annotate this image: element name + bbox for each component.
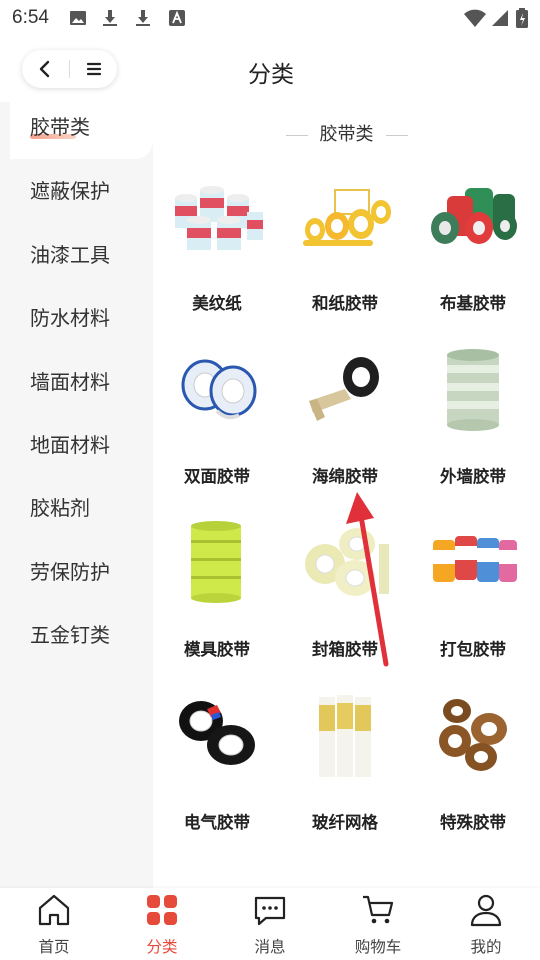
fiberglass-mesh-icon: [319, 695, 371, 777]
product-label: 海绵胶带: [312, 467, 378, 486]
sidebar-item-floor[interactable]: 地面材料: [0, 413, 153, 477]
tab-label: 我的: [470, 938, 502, 956]
product-label: 和纸胶带: [312, 294, 378, 313]
product-mold[interactable]: 模具胶带: [153, 506, 281, 678]
tab-category[interactable]: 分类: [108, 888, 216, 960]
profile-icon: [470, 894, 502, 927]
sidebar-item-waterproof[interactable]: 防水材料: [0, 286, 153, 350]
sidebar-item-safety[interactable]: 劳保防护: [0, 540, 153, 604]
product-washi[interactable]: 和纸胶带: [281, 160, 409, 332]
download-icon: [103, 10, 117, 26]
sidebar-item-label: 地面材料: [30, 433, 110, 457]
sidebar-item-adhesive[interactable]: 胶粘剂: [0, 476, 153, 540]
special-tape-icon: [439, 699, 507, 771]
product-label: 双面胶带: [184, 467, 250, 486]
product-label: 美纹纸: [192, 294, 242, 313]
tab-home[interactable]: 首页: [0, 888, 108, 960]
category-icon: [147, 895, 177, 925]
product-exterior-wall[interactable]: 外墙胶带: [409, 333, 537, 505]
sidebar-item-tape[interactable]: 胶带类: [10, 95, 153, 159]
tab-profile[interactable]: 我的: [432, 888, 540, 960]
tab-message[interactable]: 消息: [216, 888, 324, 960]
title-line-right: [385, 134, 408, 136]
product-special[interactable]: 特殊胶带: [409, 679, 537, 851]
product-electrical[interactable]: 电气胶带: [153, 679, 281, 851]
category-content: 胶带类 美纹纸 和纸胶带 布基胶带 双面胶带 海绵胶带 外墙胶带 模具胶带 封箱…: [153, 102, 540, 888]
electrical-tape-icon: [179, 701, 255, 765]
product-label: 模具胶带: [184, 640, 250, 659]
page-title: 分类: [248, 62, 294, 88]
header: 分类: [0, 36, 540, 102]
tab-label: 购物车: [354, 938, 402, 956]
sidebar-item-label: 墙面材料: [30, 370, 110, 394]
product-label: 玻纤网格: [312, 813, 378, 832]
category-sidebar: 胶带类 遮蔽保护 油漆工具 防水材料 墙面材料 地面材料 胶粘剂 劳保防护 五金…: [0, 95, 153, 888]
title-line-left: [285, 134, 308, 136]
packing-tape-icon: [433, 536, 517, 582]
status-time: 6:54: [12, 7, 49, 28]
sidebar-item-label: 胶带类: [30, 115, 90, 139]
product-foam[interactable]: 海绵胶带: [281, 333, 409, 505]
sidebar-item-label: 防水材料: [30, 306, 110, 330]
double-sided-tape-icon: [181, 359, 257, 420]
font-app-icon: [169, 10, 185, 26]
section-title: 胶带类: [153, 120, 540, 146]
product-double-sided[interactable]: 双面胶带: [153, 333, 281, 505]
battery-icon: [516, 8, 528, 28]
washi-tape-icon: [303, 189, 391, 246]
tab-label: 首页: [38, 938, 70, 956]
cloth-tape-icon: [431, 188, 517, 244]
tab-label: 消息: [254, 938, 286, 956]
product-sealing[interactable]: 封箱胶带: [281, 506, 409, 678]
product-label: 外墙胶带: [440, 467, 506, 486]
sealing-tape-icon: [305, 528, 389, 596]
product-packing[interactable]: 打包胶带: [409, 506, 537, 678]
sidebar-item-label: 五金钉类: [30, 623, 110, 647]
wifi-icon: [464, 9, 486, 27]
tab-label: 分类: [146, 938, 178, 956]
sidebar-item-paint-tools[interactable]: 油漆工具: [0, 223, 153, 287]
status-bar: 6:54: [0, 0, 540, 36]
product-label: 封箱胶带: [312, 640, 378, 659]
sidebar-item-hardware[interactable]: 五金钉类: [0, 603, 153, 667]
masking-paper-tape-icon: [175, 186, 263, 250]
sidebar-item-wall[interactable]: 墙面材料: [0, 350, 153, 414]
tab-cart[interactable]: 购物车: [324, 888, 432, 960]
sidebar-item-label: 劳保防护: [30, 560, 110, 584]
product-label: 特殊胶带: [440, 813, 506, 832]
foam-tape-icon: [309, 357, 379, 421]
product-label: 电气胶带: [184, 813, 250, 832]
sidebar-item-label: 遮蔽保护: [30, 179, 110, 203]
section-title-text: 胶带类: [319, 124, 374, 145]
tab-bar: 首页 分类 消息 购物车 我的: [0, 888, 540, 960]
product-masking-paper[interactable]: 美纹纸: [153, 160, 281, 332]
product-cloth[interactable]: 布基胶带: [409, 160, 537, 332]
exterior-wall-tape-icon: [447, 349, 499, 431]
sidebar-item-masking[interactable]: 遮蔽保护: [0, 159, 153, 223]
message-icon: [254, 896, 286, 926]
sidebar-item-label: 油漆工具: [30, 243, 110, 267]
home-icon: [38, 894, 70, 926]
signal-icon: [492, 10, 508, 26]
download-icon-2: [136, 10, 150, 26]
sidebar-item-label: 胶粘剂: [30, 496, 90, 520]
image-notification-icon: [70, 11, 86, 25]
product-fiberglass[interactable]: 玻纤网格: [281, 679, 409, 851]
cart-icon: [363, 895, 394, 924]
product-label: 打包胶带: [440, 640, 506, 659]
product-label: 布基胶带: [440, 294, 506, 313]
mold-tape-icon: [191, 521, 241, 603]
